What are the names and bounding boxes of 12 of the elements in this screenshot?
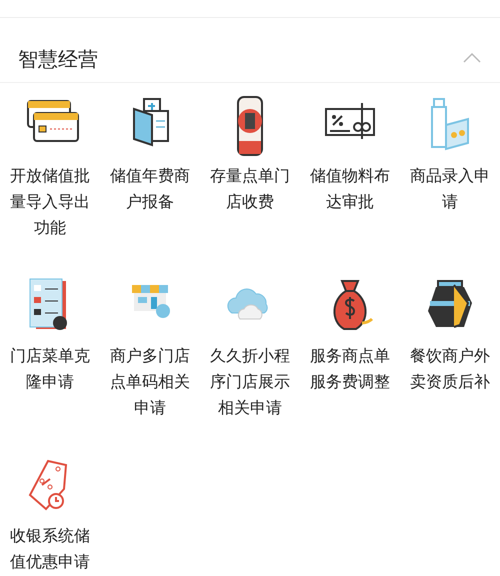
service-label[interactable]: 久久折小程序门店展示相关申请 — [208, 343, 292, 421]
service-label[interactable]: 商户多门店点单码相关申请 — [108, 343, 192, 421]
section-title: 智慧经营 — [18, 46, 98, 72]
service-label[interactable]: 储值物料布达审批 — [308, 163, 392, 215]
service-label[interactable]: 开放储值批量导入导出功能 — [8, 163, 92, 241]
service-label[interactable]: 存量点单门店收费 — [208, 163, 292, 215]
service-label[interactable]: 服务商点单服务费调整 — [308, 343, 392, 395]
service-label[interactable]: 餐饮商户外卖资质后补 — [408, 343, 492, 395]
service-label[interactable]: 收银系统储值优惠申请 — [8, 523, 92, 575]
service-label[interactable]: 门店菜单克隆申请 — [8, 343, 92, 395]
service-label[interactable]: 商品录入申请 — [408, 163, 492, 215]
service-label[interactable]: 储值年费商户报备 — [108, 163, 192, 215]
